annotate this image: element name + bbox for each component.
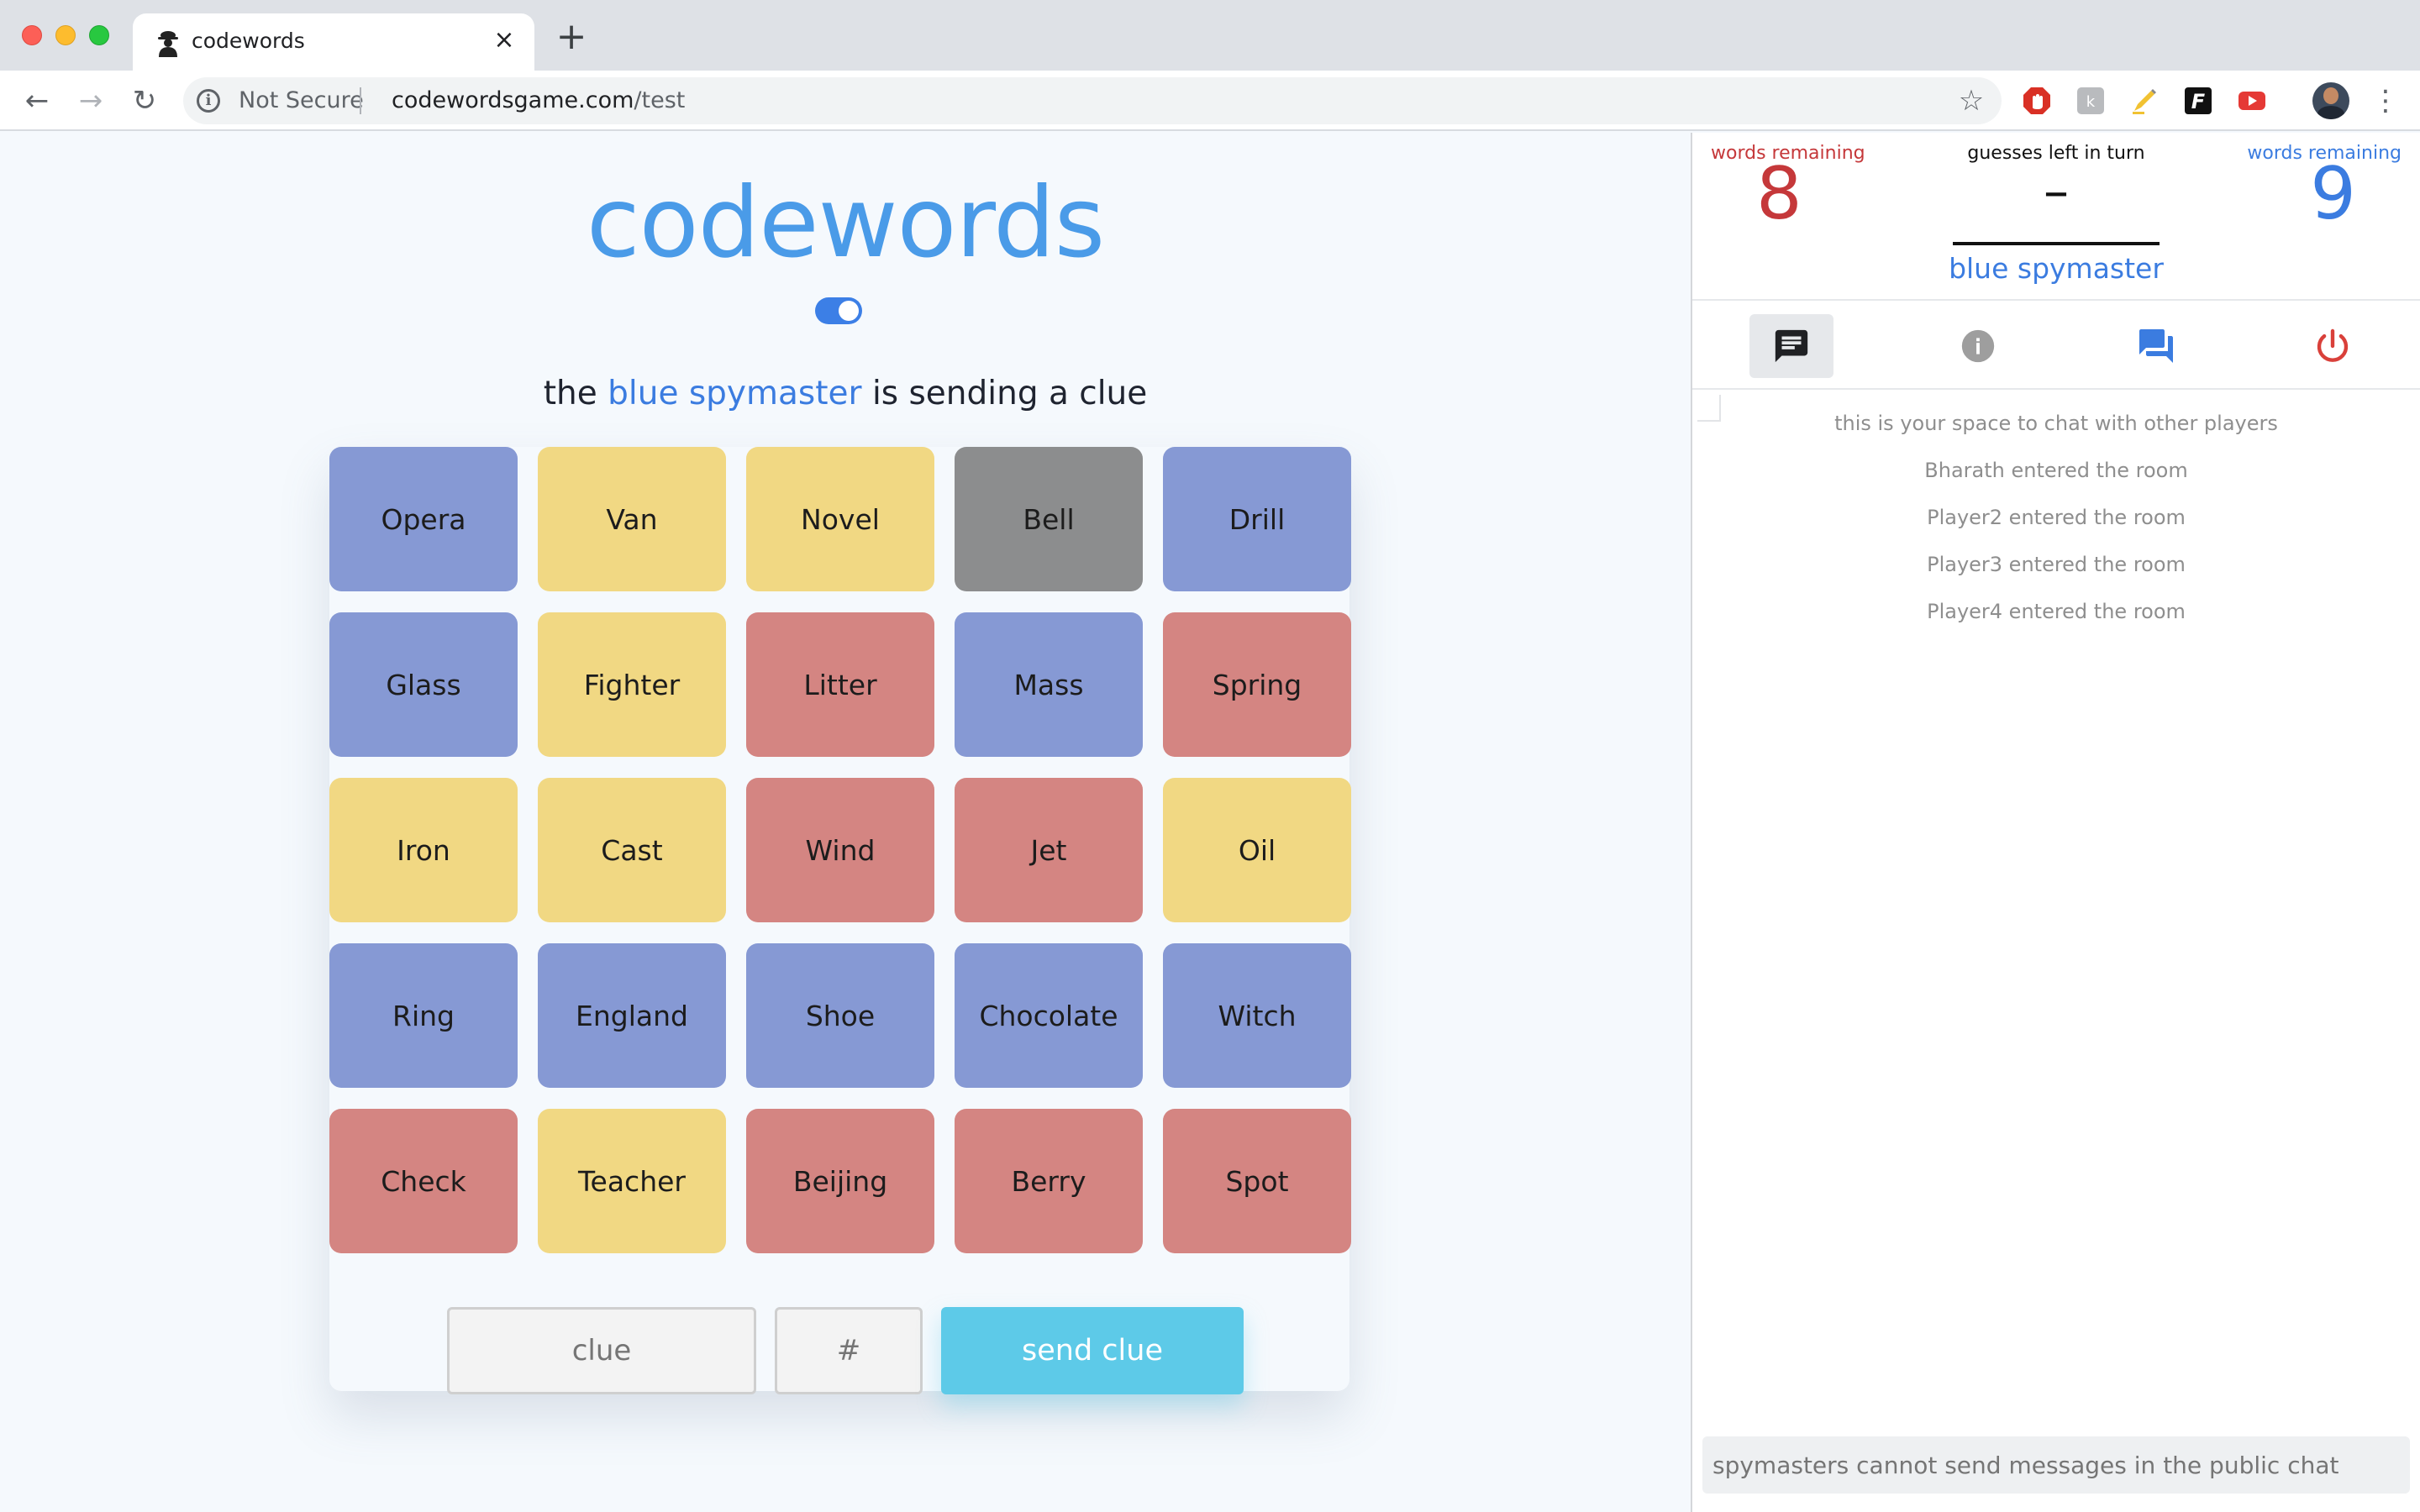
highlighter-extension-icon[interactable] bbox=[2129, 86, 2160, 116]
word-card[interactable]: England bbox=[538, 943, 726, 1088]
word-card[interactable]: Berry bbox=[955, 1109, 1143, 1253]
omnibox-divider bbox=[360, 87, 361, 114]
tab-leave[interactable] bbox=[2291, 314, 2375, 378]
word-card[interactable]: Oil bbox=[1163, 778, 1351, 922]
chat-message: Player4 entered the room bbox=[1927, 600, 2186, 623]
security-label: Not Secure bbox=[239, 87, 364, 113]
adblock-extension-icon[interactable] bbox=[2022, 86, 2052, 116]
blue-words-remaining-count: 9 bbox=[2310, 152, 2356, 236]
chat-message: this is your space to chat with other pl… bbox=[1834, 412, 2278, 435]
word-card[interactable]: Spring bbox=[1163, 612, 1351, 757]
turn-underline bbox=[1953, 242, 2160, 245]
chat-icon bbox=[1775, 329, 1808, 363]
word-card[interactable]: Shoe bbox=[746, 943, 934, 1088]
spymaster-toggle[interactable] bbox=[815, 297, 862, 324]
word-card[interactable]: Van bbox=[538, 447, 726, 591]
codewords-logo: codewords bbox=[586, 166, 1105, 280]
word-card[interactable]: Litter bbox=[746, 612, 934, 757]
word-card[interactable]: Bell bbox=[955, 447, 1143, 591]
word-card[interactable]: Fighter bbox=[538, 612, 726, 757]
word-card[interactable]: Mass bbox=[955, 612, 1143, 757]
clue-input[interactable] bbox=[447, 1307, 756, 1394]
tab-info[interactable] bbox=[1936, 314, 2020, 378]
keep-extension-icon[interactable]: k bbox=[2075, 86, 2106, 116]
word-card[interactable]: Spot bbox=[1163, 1109, 1351, 1253]
chat-message: Player3 entered the room bbox=[1927, 553, 2186, 576]
browser-menu-icon[interactable]: ⋮ bbox=[2371, 82, 2400, 119]
word-card[interactable]: Ring bbox=[329, 943, 518, 1088]
spy-favicon-icon bbox=[158, 31, 178, 57]
word-card[interactable]: Novel bbox=[746, 447, 934, 591]
tab-chat[interactable] bbox=[1749, 314, 1833, 378]
address-bar[interactable]: i Not Secure codewordsgame.com/test ☆ bbox=[183, 77, 2002, 124]
close-window-button[interactable] bbox=[22, 25, 42, 45]
turn-status: the blue spymaster is sending a clue bbox=[0, 375, 1691, 412]
word-card[interactable]: Drill bbox=[1163, 447, 1351, 591]
minimize-window-button[interactable] bbox=[55, 25, 76, 45]
power-icon bbox=[2317, 328, 2349, 362]
browser-toolbar: ← → ↻ i Not Secure codewordsgame.com/tes… bbox=[0, 71, 2420, 131]
tabs-divider bbox=[1692, 388, 2420, 390]
header-divider bbox=[1692, 299, 2420, 301]
word-card[interactable]: Glass bbox=[329, 612, 518, 757]
url-text[interactable]: codewordsgame.com/test bbox=[392, 87, 685, 113]
back-button[interactable]: ← bbox=[18, 82, 55, 119]
word-card[interactable]: Beijing bbox=[746, 1109, 934, 1253]
current-turn: blue spymaster bbox=[1949, 252, 2164, 285]
word-card[interactable]: Chocolate bbox=[955, 943, 1143, 1088]
chat-message: Bharath entered the room bbox=[1924, 459, 2188, 482]
word-card[interactable]: Teacher bbox=[538, 1109, 726, 1253]
status-prefix: the bbox=[543, 375, 597, 412]
word-card[interactable]: Jet bbox=[955, 778, 1143, 922]
game-area: codewords the blue spymaster is sending … bbox=[0, 133, 1691, 1512]
youtube-extension-icon[interactable] bbox=[2237, 86, 2267, 116]
info-icon bbox=[1961, 329, 1995, 363]
status-suffix: is sending a clue bbox=[871, 375, 1148, 412]
chat-message: Player2 entered the room bbox=[1927, 506, 2186, 529]
close-tab-icon[interactable]: × bbox=[489, 25, 519, 55]
tab-team-chat[interactable] bbox=[2114, 314, 2198, 378]
profile-avatar[interactable] bbox=[2312, 82, 2349, 119]
forum-icon bbox=[2139, 329, 2173, 363]
word-card[interactable]: Check bbox=[329, 1109, 518, 1253]
toggle-knob bbox=[839, 301, 859, 321]
word-card[interactable]: Opera bbox=[329, 447, 518, 591]
url-path: /test bbox=[634, 87, 686, 113]
word-card[interactable]: Cast bbox=[538, 778, 726, 922]
word-card[interactable]: Witch bbox=[1163, 943, 1351, 1088]
word-card[interactable]: Iron bbox=[329, 778, 518, 922]
status-team: blue spymaster bbox=[608, 375, 862, 412]
url-host: codewordsgame.com bbox=[392, 87, 634, 113]
bookmark-star-icon[interactable]: ☆ bbox=[1954, 84, 1988, 118]
reload-button[interactable]: ↻ bbox=[126, 82, 163, 119]
word-board: Opera Van Novel Bell Drill Glass Fighter Litter… bbox=[329, 447, 1351, 1391]
tab-title: codewords bbox=[192, 29, 305, 53]
browser-tab[interactable]: codewords × bbox=[133, 13, 534, 71]
forward-button[interactable]: → bbox=[72, 82, 109, 119]
side-panel: words remaining 8 guesses left in turn –… bbox=[1692, 133, 2420, 1512]
send-clue-button[interactable]: send clue bbox=[941, 1307, 1244, 1394]
maximize-window-button[interactable] bbox=[89, 25, 109, 45]
feedly-extension-icon[interactable]: F bbox=[2183, 86, 2213, 116]
new-tab-button[interactable]: + bbox=[555, 18, 588, 55]
svg-text:F: F bbox=[2191, 90, 2206, 113]
browser-tab-bar: codewords × + bbox=[0, 0, 2420, 71]
word-card[interactable]: Wind bbox=[746, 778, 934, 922]
clue-number-input[interactable] bbox=[775, 1307, 923, 1394]
chat-input[interactable] bbox=[1702, 1436, 2410, 1494]
site-info-icon[interactable]: i bbox=[197, 89, 220, 113]
svg-text:k: k bbox=[2086, 93, 2096, 111]
